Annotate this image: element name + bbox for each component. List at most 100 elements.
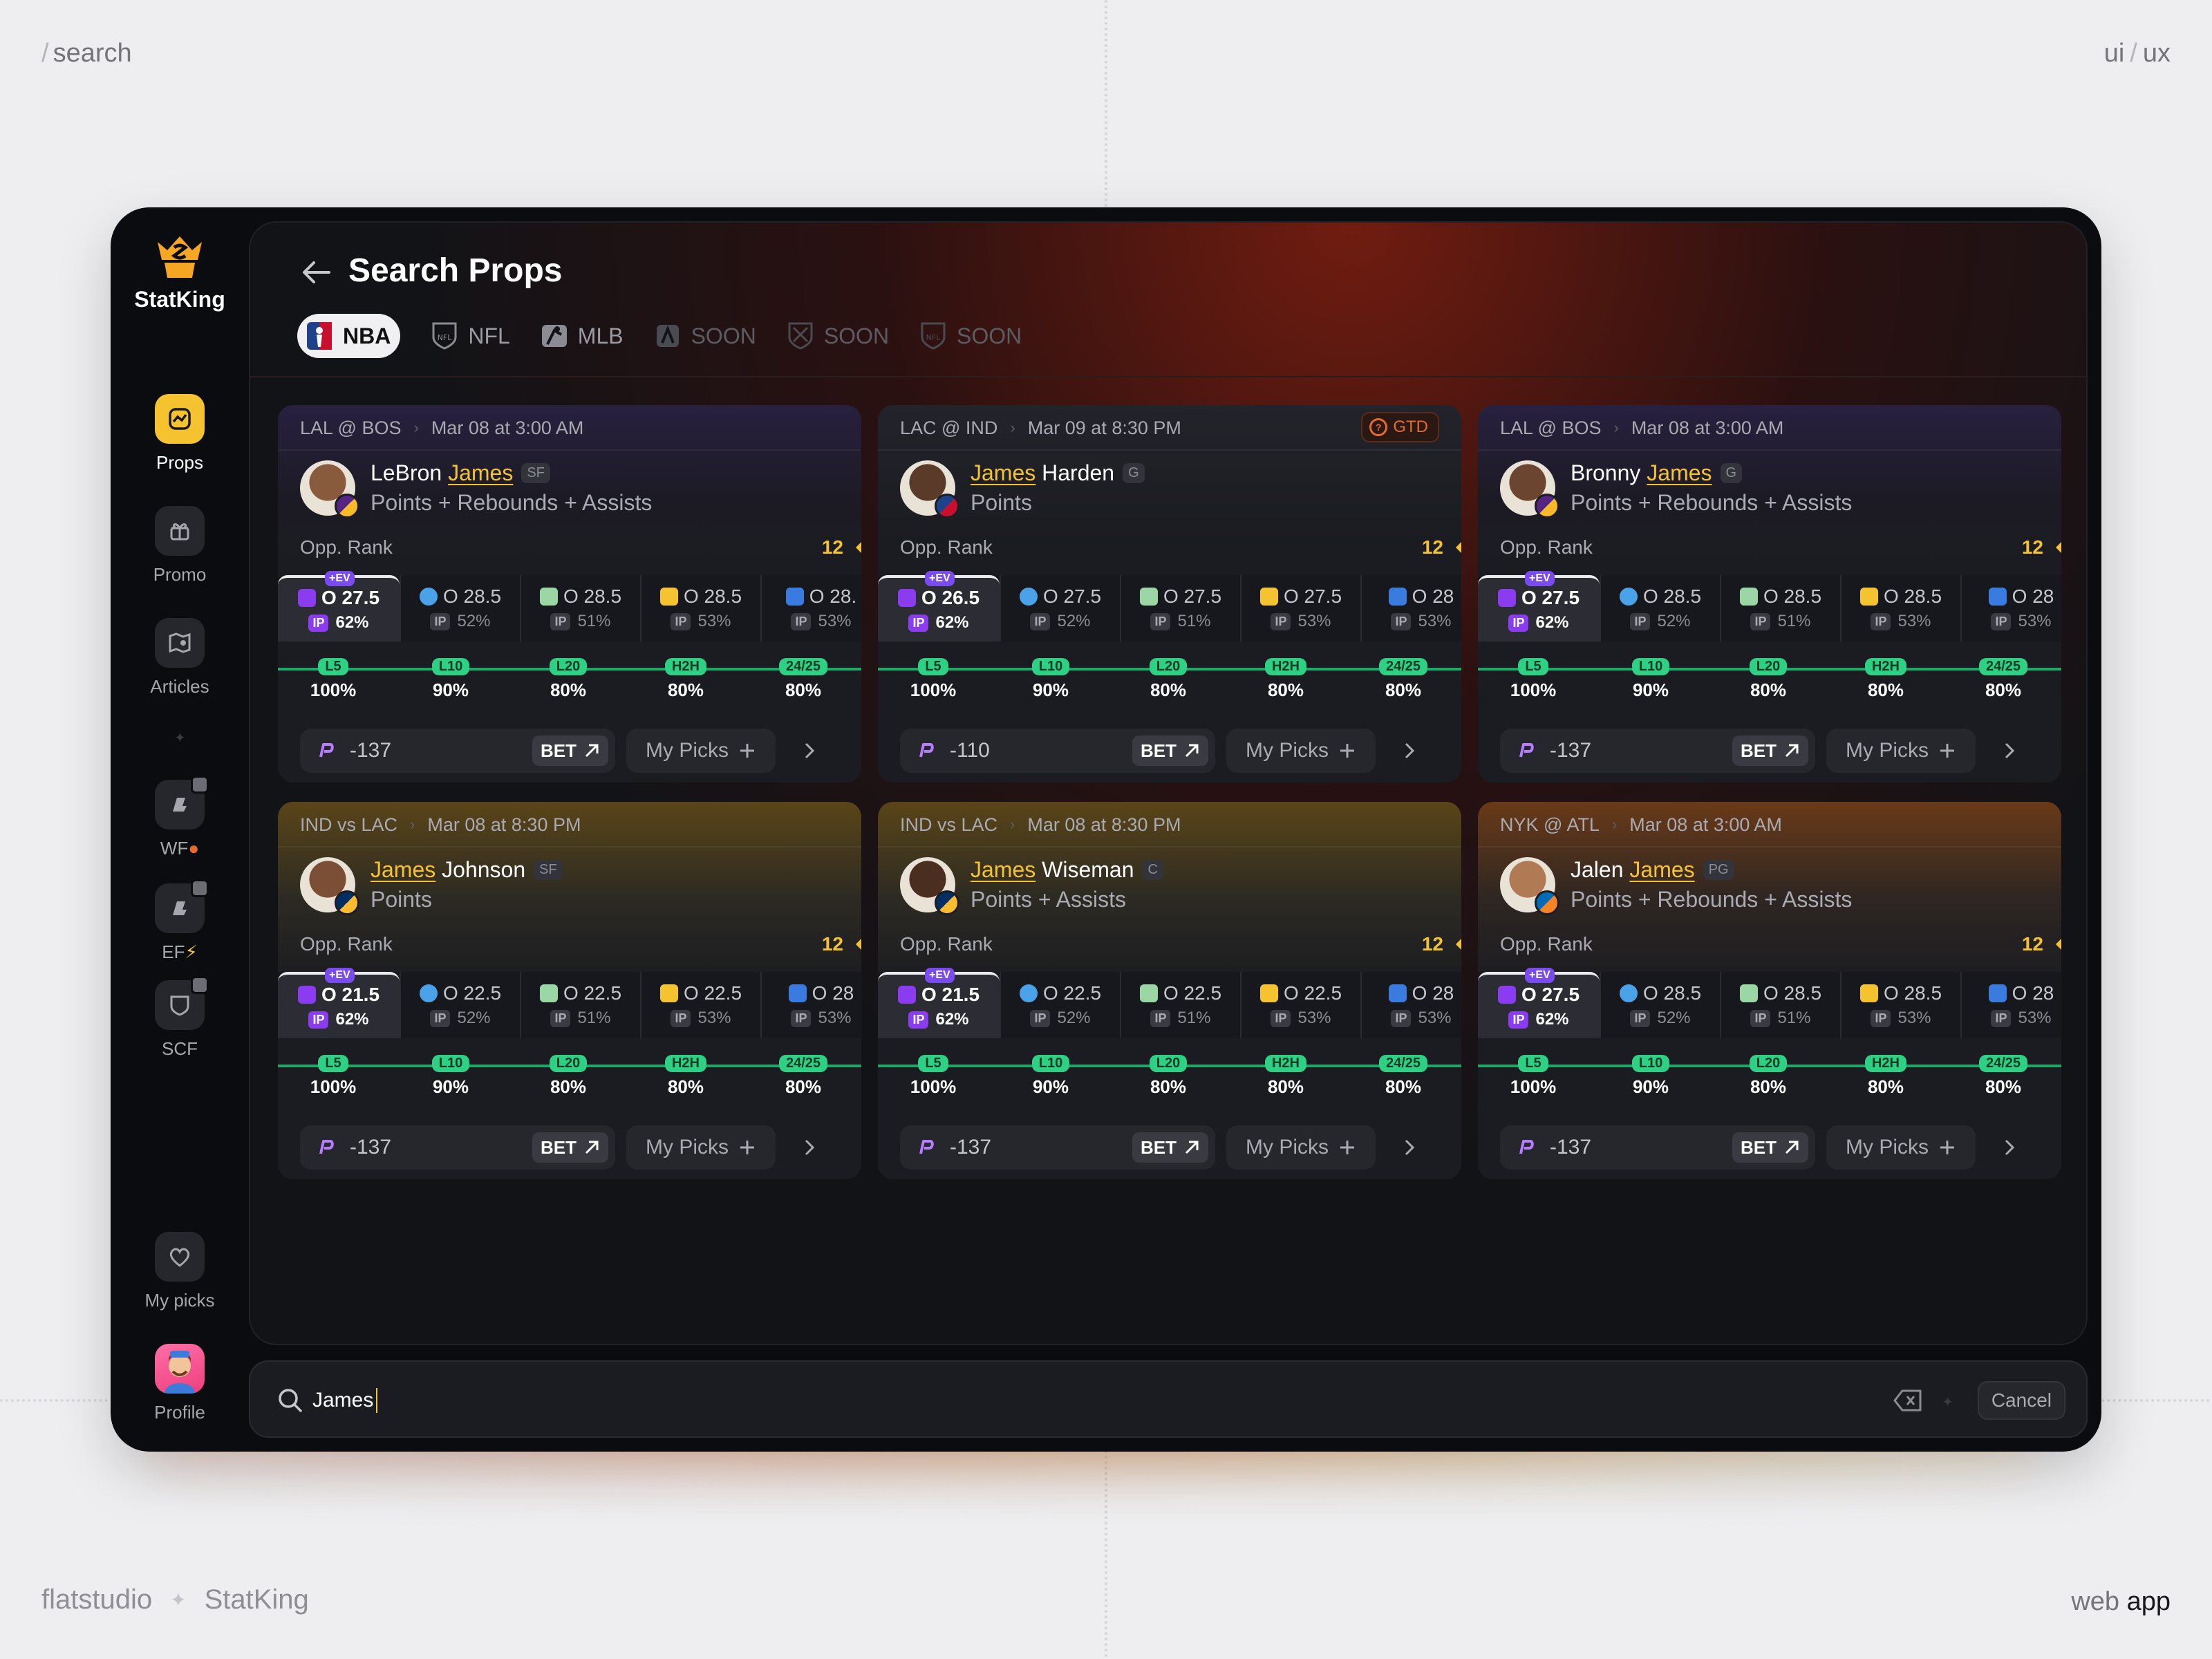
- card-detail-button[interactable]: [1387, 729, 1431, 773]
- book-line-cell[interactable]: O 27.5 IP 52%: [1000, 575, 1120, 641]
- bet-button[interactable]: BET: [1732, 1132, 1808, 1163]
- book-line-cell[interactable]: O 28.5 IP 51%: [1720, 972, 1840, 1038]
- odds-box[interactable]: -137 BET: [1500, 1125, 1815, 1170]
- add-to-my-picks-button[interactable]: My Picks: [626, 1125, 776, 1170]
- implied-probability: 51%: [1177, 612, 1211, 630]
- book-line-cell[interactable]: O 28.5 IP 52%: [400, 575, 520, 641]
- prop-card[interactable]: IND vs LAC › Mar 08 at 8:30 PM James Joh…: [278, 802, 861, 1179]
- card-detail-button[interactable]: [787, 1125, 831, 1170]
- book-line-cell[interactable]: O 28.5 IP 51%: [1720, 575, 1840, 641]
- hit-rate-label: L5: [918, 658, 948, 675]
- sidebar-item-profile[interactable]: Profile: [111, 1344, 249, 1423]
- book-line-cell[interactable]: O 28 IP 53%: [1360, 575, 1461, 641]
- sidebar-item-scf[interactable]: SCF: [111, 976, 249, 1060]
- league-tabs: NBA NFL NFL MLB SOON SOON NFL SOON: [297, 314, 1022, 358]
- ev-tag: +EV: [1525, 968, 1555, 983]
- app-logo[interactable]: StatKing: [111, 232, 249, 312]
- ip-tag: IP: [671, 1009, 691, 1027]
- player-name[interactable]: Bronny James G: [1571, 460, 1852, 486]
- book-line-cell[interactable]: O 28 IP 53%: [1960, 972, 2061, 1038]
- card-detail-button[interactable]: [1987, 729, 2031, 773]
- add-to-my-picks-button[interactable]: My Picks: [626, 729, 776, 773]
- book-line-cell[interactable]: O 22.5 IP 51%: [1120, 972, 1240, 1038]
- book-line-cell[interactable]: O 22.5 IP 52%: [400, 972, 520, 1038]
- book-line-cell[interactable]: O 22.5 IP 51%: [520, 972, 640, 1038]
- player-name[interactable]: Jalen James PG: [1571, 857, 1852, 883]
- odds-box[interactable]: -137 BET: [1500, 729, 1815, 773]
- tab-mlb[interactable]: MLB: [539, 314, 624, 358]
- card-detail-button[interactable]: [787, 729, 831, 773]
- add-to-my-picks-button[interactable]: My Picks: [1226, 729, 1376, 773]
- book-line-cell[interactable]: O 28 IP 53%: [1360, 972, 1461, 1038]
- tab-nfl[interactable]: NFL NFL: [429, 314, 510, 358]
- card-detail-button[interactable]: [1387, 1125, 1431, 1170]
- prop-card[interactable]: LAL @ BOS › Mar 08 at 3:00 AM LeBron Jam…: [278, 405, 861, 782]
- book-line-cell[interactable]: +EV O 27.5 IP 62%: [1478, 968, 1600, 1038]
- ip-tag: IP: [1271, 1009, 1291, 1027]
- nba-logo-icon: [304, 321, 335, 351]
- sidebar-item-props[interactable]: Props: [111, 394, 249, 474]
- player-info: James Wiseman C Points + Assists: [900, 857, 1163, 915]
- book-line-cell[interactable]: O 28.5 IP 52%: [1600, 972, 1720, 1038]
- prop-card[interactable]: NYK @ ATL › Mar 08 at 3:00 AM Jalen Jame…: [1478, 802, 2061, 1179]
- book-line-cell[interactable]: O 28.5 IP 53%: [1840, 972, 1960, 1038]
- back-arrow-icon[interactable]: [297, 253, 336, 292]
- bet-button[interactable]: BET: [1732, 735, 1808, 766]
- book-line-cell[interactable]: O 28.5 IP 53%: [640, 575, 760, 641]
- odds-box[interactable]: -137 BET: [900, 1125, 1215, 1170]
- book-line-cell[interactable]: O 28. IP 53%: [760, 575, 861, 641]
- bet-button[interactable]: BET: [532, 1132, 608, 1163]
- book-line-cell[interactable]: +EV O 26.5 IP 62%: [878, 571, 1000, 641]
- chevron-right-icon: [805, 1139, 815, 1156]
- hit-rate-label: H2H: [664, 1055, 706, 1072]
- book-line-cell[interactable]: O 28 IP 53%: [760, 972, 861, 1038]
- clear-input-icon[interactable]: [1893, 1388, 1923, 1413]
- prop-card[interactable]: LAC @ IND › Mar 09 at 8:30 PM ? GTD James…: [878, 405, 1461, 782]
- book-line-cell[interactable]: O 28.5 IP 51%: [520, 575, 640, 641]
- prop-card[interactable]: IND vs LAC › Mar 08 at 8:30 PM James Wis…: [878, 802, 1461, 1179]
- odds-box[interactable]: -110 BET: [900, 729, 1215, 773]
- opp-rank-value: 12: [822, 536, 861, 559]
- position-badge: G: [1123, 463, 1145, 483]
- book-line-cell[interactable]: +EV O 27.5 IP 62%: [278, 571, 400, 641]
- book-line-cell[interactable]: O 28 IP 53%: [1960, 575, 2061, 641]
- sidebar-item-wf[interactable]: WF●: [111, 776, 249, 859]
- add-to-my-picks-button[interactable]: My Picks: [1826, 1125, 1976, 1170]
- search-input[interactable]: [312, 1381, 1833, 1420]
- player-name[interactable]: LeBron James SF: [371, 460, 652, 486]
- book-line-cell[interactable]: +EV O 27.5 IP 62%: [1478, 571, 1600, 641]
- divider: [878, 846, 1461, 847]
- cancel-button[interactable]: Cancel: [1977, 1381, 2065, 1420]
- game-info: IND vs LAC › Mar 08 at 8:30 PM: [900, 813, 1439, 836]
- player-name[interactable]: James Johnson SF: [371, 857, 563, 883]
- sidebar-item-articles[interactable]: Articles: [111, 618, 249, 697]
- sidebar-item-ef[interactable]: EF⚡: [111, 879, 249, 963]
- book-line-cell[interactable]: +EV O 21.5 IP 62%: [878, 968, 1000, 1038]
- book-line-cell[interactable]: O 22.5 IP 53%: [640, 972, 760, 1038]
- sidebar-item-promo[interactable]: Promo: [111, 506, 249, 585]
- prizepicks-icon: [919, 1140, 934, 1154]
- book-line-cell[interactable]: O 28.5 IP 53%: [1840, 575, 1960, 641]
- player-name[interactable]: James Wiseman C: [971, 857, 1163, 883]
- prop-card[interactable]: LAL @ BOS › Mar 08 at 3:00 AM Bronny Jam…: [1478, 405, 2061, 782]
- hit-rate-cell: L10 90%: [392, 1055, 509, 1098]
- player-name[interactable]: James Harden G: [971, 460, 1145, 486]
- bet-button[interactable]: BET: [1132, 735, 1208, 766]
- book-line-cell[interactable]: O 22.5 IP 52%: [1000, 972, 1120, 1038]
- bet-button[interactable]: BET: [1132, 1132, 1208, 1163]
- add-to-my-picks-button[interactable]: My Picks: [1226, 1125, 1376, 1170]
- add-to-my-picks-button[interactable]: My Picks: [1826, 729, 1976, 773]
- book-line-cell[interactable]: O 27.5 IP 51%: [1120, 575, 1240, 641]
- odds-box[interactable]: -137 BET: [300, 1125, 615, 1170]
- book-line-cell[interactable]: +EV O 21.5 IP 62%: [278, 968, 400, 1038]
- sidebar-item-my-picks[interactable]: My picks: [111, 1232, 249, 1311]
- odds-box[interactable]: -137 BET: [300, 729, 615, 773]
- ip-tag: IP: [1630, 1009, 1651, 1027]
- card-detail-button[interactable]: [1987, 1125, 2031, 1170]
- tab-nba[interactable]: NBA: [297, 314, 401, 358]
- ip-tag: IP: [791, 1009, 812, 1027]
- book-line-cell[interactable]: O 28.5 IP 52%: [1600, 575, 1720, 641]
- bet-button[interactable]: BET: [532, 735, 608, 766]
- book-line-cell[interactable]: O 27.5 IP 53%: [1240, 575, 1360, 641]
- book-line-cell[interactable]: O 22.5 IP 53%: [1240, 972, 1360, 1038]
